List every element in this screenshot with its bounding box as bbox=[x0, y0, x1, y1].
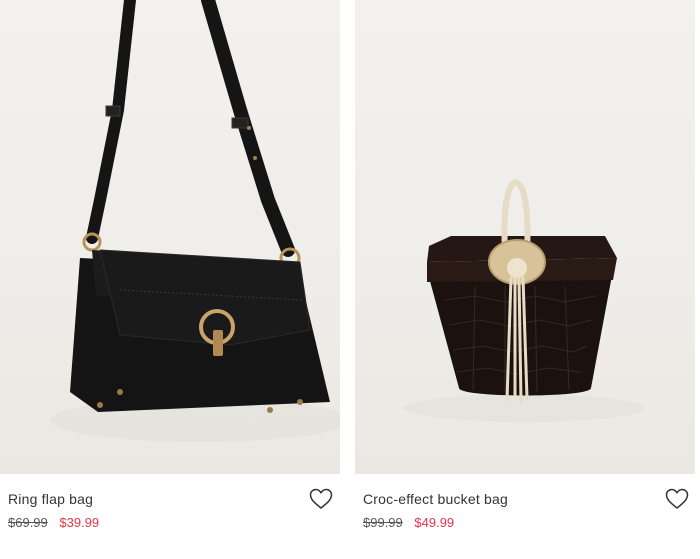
product-name[interactable]: Croc-effect bucket bag bbox=[363, 491, 508, 507]
black-leather-crossbody-bag-image bbox=[50, 0, 340, 442]
old-price: $69.99 bbox=[8, 515, 48, 530]
sale-price: $49.99 bbox=[414, 515, 455, 530]
sale-price: $39.99 bbox=[59, 515, 100, 530]
product-prices: $99.99 $49.99 bbox=[363, 515, 454, 530]
product-prices: $69.99 $39.99 bbox=[8, 515, 99, 530]
product-image[interactable] bbox=[0, 0, 340, 474]
product-name[interactable]: Ring flap bag bbox=[8, 491, 93, 507]
product-card-croc-effect-bucket-bag[interactable]: Croc-effect bucket bag $99.99 $49.99 bbox=[355, 0, 695, 559]
product-image[interactable] bbox=[355, 0, 695, 474]
product-grid: Ring flap bag $69.99 $39.99 Croc-effect … bbox=[0, 0, 700, 559]
wishlist-button[interactable] bbox=[309, 488, 333, 510]
product-card-ring-flap-bag[interactable]: Ring flap bag $69.99 $39.99 bbox=[0, 0, 340, 559]
heart-outline-icon bbox=[665, 488, 689, 509]
heart-outline-icon bbox=[309, 488, 333, 509]
wishlist-button[interactable] bbox=[665, 488, 689, 510]
old-price: $99.99 bbox=[363, 515, 403, 530]
croc-bucket-bag-image bbox=[405, 178, 645, 422]
